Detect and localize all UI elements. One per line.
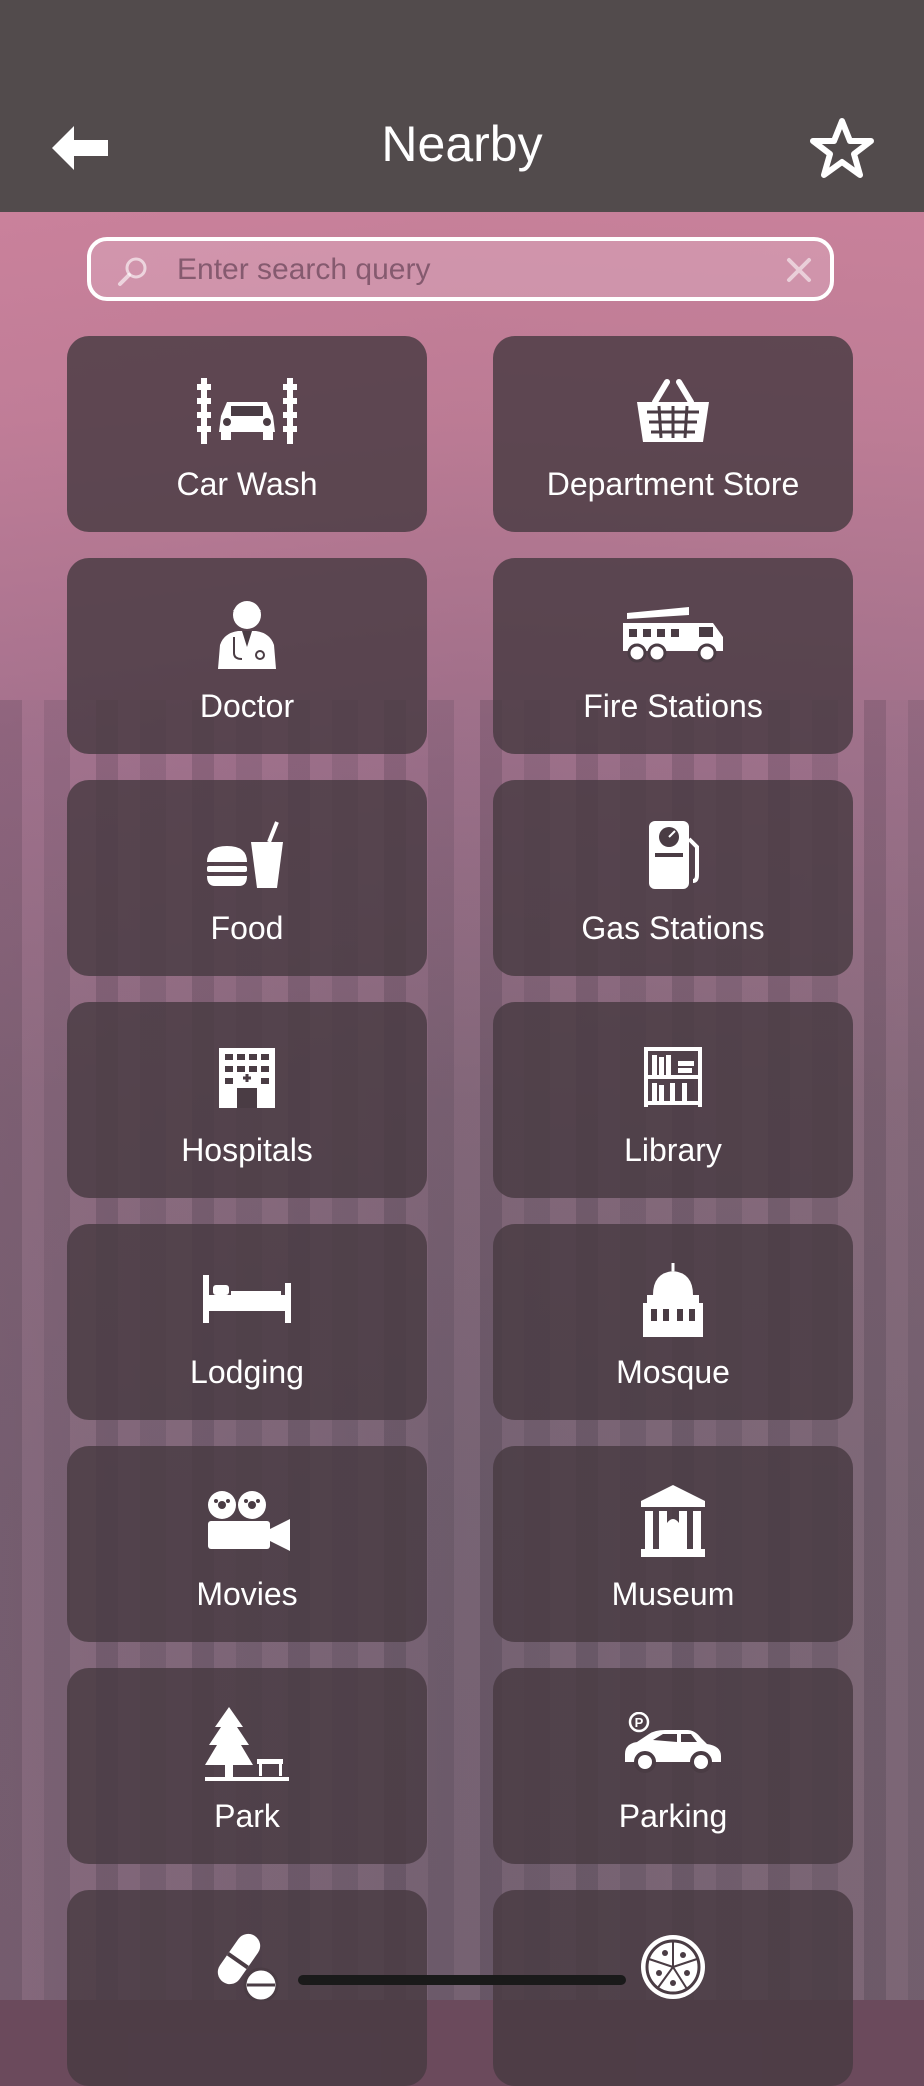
category-car-wash[interactable]: Car Wash	[67, 336, 427, 532]
category-label: Library	[624, 1132, 722, 1168]
category-mosque[interactable]: Mosque	[493, 1224, 853, 1420]
hospital-icon	[219, 1048, 275, 1108]
shopping-basket-icon	[637, 379, 709, 442]
search-input[interactable]	[175, 241, 759, 299]
category-gas-stations[interactable]: Gas Stations	[493, 780, 853, 976]
pizza-icon	[641, 1935, 705, 1999]
movie-camera-icon	[208, 1491, 290, 1551]
fast-food-icon	[207, 821, 283, 888]
doctor-icon	[218, 601, 276, 669]
nav-bar: Nearby	[0, 0, 924, 212]
mosque-icon	[643, 1263, 703, 1337]
search-bar	[87, 237, 834, 301]
category-label: Park	[214, 1798, 280, 1834]
museum-icon	[641, 1485, 705, 1557]
category-pizza[interactable]	[493, 1890, 853, 2086]
category-label: Movies	[196, 1576, 298, 1612]
parking-car-icon: P	[625, 1712, 721, 1773]
category-label: Fire Stations	[583, 688, 763, 724]
svg-text:P: P	[635, 1715, 644, 1730]
category-hospitals[interactable]: Hospitals	[67, 1002, 427, 1198]
category-label: Lodging	[190, 1354, 304, 1390]
category-doctor[interactable]: Doctor	[67, 558, 427, 754]
category-pharmacy[interactable]	[67, 1890, 427, 2086]
category-label: Parking	[618, 1798, 728, 1834]
category-label: Food	[210, 910, 284, 946]
category-museum[interactable]: Museum	[493, 1446, 853, 1642]
category-label: Doctor	[199, 688, 295, 724]
clear-icon[interactable]	[784, 255, 814, 285]
category-label: Department Store	[546, 466, 800, 502]
category-movies[interactable]: Movies	[67, 1446, 427, 1642]
bookshelf-icon	[644, 1047, 702, 1107]
category-parking[interactable]: P Parking	[493, 1668, 853, 1864]
search-icon	[118, 257, 147, 286]
page-title: Nearby	[381, 116, 543, 172]
category-label: Mosque	[616, 1354, 730, 1390]
category-label: Gas Stations	[581, 910, 765, 946]
category-food[interactable]: Food	[67, 780, 427, 976]
gas-pump-icon	[649, 821, 699, 889]
category-label: Car Wash	[176, 466, 318, 502]
category-lodging[interactable]: Lodging	[67, 1224, 427, 1420]
category-department-store[interactable]: Department Store	[493, 336, 853, 532]
favorite-button[interactable]	[802, 108, 882, 188]
bed-icon	[203, 1275, 291, 1323]
pills-icon	[217, 1933, 279, 2001]
category-library[interactable]: Library	[493, 1002, 853, 1198]
home-indicator[interactable]	[298, 1975, 626, 1985]
fire-truck-icon	[623, 607, 723, 663]
park-icon	[205, 1707, 289, 1781]
category-label: Hospitals	[181, 1132, 313, 1168]
star-icon	[810, 118, 874, 178]
category-fire-stations[interactable]: Fire Stations	[493, 558, 853, 754]
category-park[interactable]: Park	[67, 1668, 427, 1864]
car-wash-icon	[197, 378, 297, 444]
category-label: Museum	[611, 1576, 735, 1612]
